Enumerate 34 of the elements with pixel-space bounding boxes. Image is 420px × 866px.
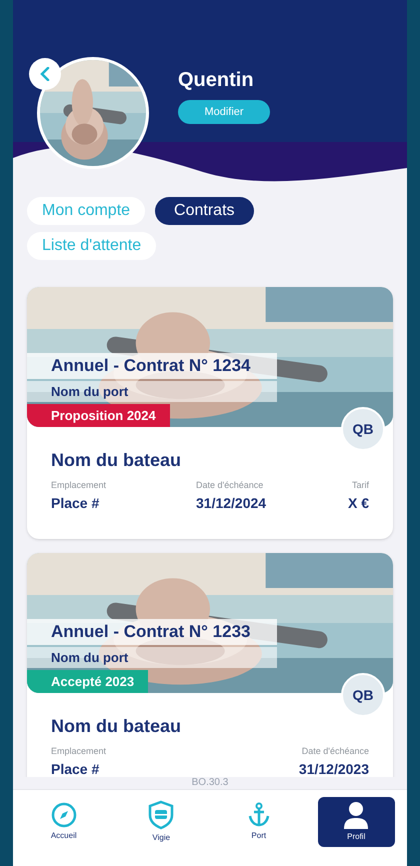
port-name: Nom du port	[27, 381, 277, 402]
field-label: Date d'échéance	[196, 479, 264, 491]
chevron-left-icon	[40, 67, 50, 81]
boat-name: Nom du bateau	[51, 449, 182, 471]
anchor-icon	[246, 802, 271, 828]
field-value: Place #	[51, 494, 100, 513]
profile-name: Quentin	[178, 68, 254, 92]
nav-tab[interactable]: Port	[220, 797, 298, 847]
status-label: Accepté 2023	[27, 670, 148, 693]
nav-tab[interactable]: Profil	[318, 797, 395, 847]
contract-title: Annuel - Contrat N° 1234	[27, 353, 277, 379]
field-value: 31/12/2024	[196, 494, 266, 513]
tab[interactable]: Contrats	[155, 197, 254, 225]
nav-tab[interactable]: Vigie	[122, 797, 200, 847]
compass-icon	[50, 802, 77, 828]
status-label: Proposition 2024	[27, 404, 170, 427]
contract-card[interactable]: Annuel - Contrat N° 1234 Nom du port Proposition 2024 QB Nom du bateau Emplacement Place # Date d'échéance 31/12/2024 Tarif X €	[27, 287, 393, 539]
field-label: Emplacement	[51, 479, 106, 491]
version-label: BO.30.3	[192, 777, 228, 789]
field-label: Emplacement	[51, 745, 106, 757]
initials-avatar: QB	[341, 407, 385, 451]
port-name: Nom du port	[27, 647, 277, 668]
field-value: 31/12/2023	[298, 760, 369, 777]
boat-name: Nom du bateau	[51, 715, 182, 737]
contract-card[interactable]: Annuel - Contrat N° 1233 Nom du port Accepté 2023 QB Nom du bateau Emplacement Place # Date d'échéance 31/12/2023	[27, 553, 393, 777]
field-value: Place #	[51, 760, 100, 777]
field-label: Tarif	[352, 479, 369, 491]
shield-icon	[148, 800, 174, 830]
person-icon	[343, 801, 370, 829]
field-value: X €	[348, 494, 369, 513]
initials-avatar: QB	[341, 673, 385, 717]
field-label: Date d'échéance	[302, 745, 369, 757]
contract-title: Annuel - Contrat N° 1233	[27, 619, 277, 645]
nav-tab[interactable]: Accueil	[25, 797, 102, 847]
